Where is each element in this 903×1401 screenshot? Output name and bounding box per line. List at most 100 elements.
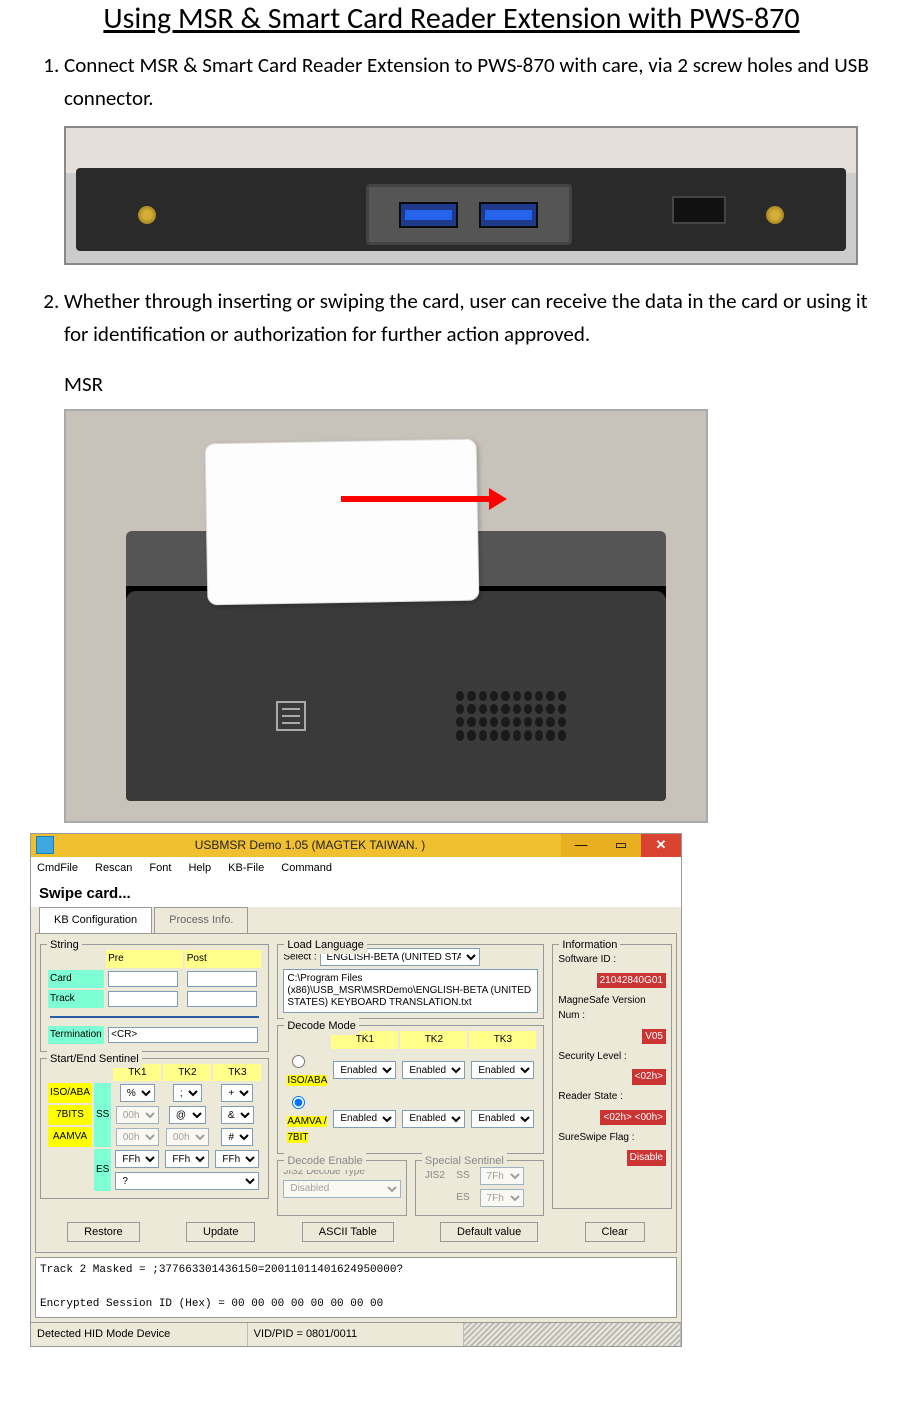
status-left: Detected HID Mode Device — [31, 1323, 248, 1346]
decode-group: Decode Mode TK1 TK2 TK3 ISO/ABA Enabled — [277, 1025, 544, 1154]
info-sec-lbl: Security Level : — [558, 1049, 666, 1065]
swipe-prompt: Swipe card... — [31, 880, 681, 907]
decode-aamva-radio[interactable] — [292, 1096, 305, 1109]
window-titlebar[interactable]: USBMSR Demo 1.05 (MAGTEK TAIWAN. ) — ▭ ✕ — [31, 834, 681, 857]
restore-button[interactable]: Restore — [67, 1222, 140, 1242]
output-text[interactable]: Track 2 Masked = ;377663301436150=200110… — [35, 1257, 677, 1318]
sen-r1c2[interactable]: ; — [173, 1084, 202, 1102]
usbmsr-demo-window: USBMSR Demo 1.05 (MAGTEK TAIWAN. ) — ▭ ✕… — [30, 833, 682, 1348]
info-swid: 21042840G01 — [597, 973, 666, 989]
menu-command[interactable]: Command — [281, 862, 332, 874]
sen-r3c2: 00h — [166, 1128, 209, 1146]
dec-r1c3[interactable]: Enabled — [471, 1061, 534, 1079]
info-sec: <02h> — [632, 1069, 666, 1085]
card-pre-input[interactable] — [108, 971, 178, 987]
track-pre-input[interactable] — [108, 991, 178, 1007]
step-2-text: Whether through inserting or swiping the… — [64, 288, 868, 347]
menu-help[interactable]: Help — [188, 862, 211, 874]
info-sw-lbl: SureSwipe Flag : — [558, 1130, 666, 1146]
app-icon — [36, 836, 54, 854]
msr-heading: MSR — [64, 368, 873, 401]
sen-r1c3[interactable]: + — [221, 1084, 253, 1102]
info-legend: Information — [559, 937, 620, 954]
col-post: Post — [185, 950, 262, 968]
special-sentinel-group: Special Sentinel JIS2SS7Fh ES7Fh — [415, 1160, 545, 1216]
sen-r4c2[interactable]: FFh — [165, 1150, 209, 1168]
menu-rescan[interactable]: Rescan — [95, 862, 132, 874]
dec-r2c1[interactable]: Enabled — [333, 1110, 396, 1128]
decode-isoaba-radio[interactable] — [292, 1055, 305, 1068]
string-group: String Pre Post Card Track — [40, 944, 269, 1052]
decode-enable-group: Decode Enable JIS2 Decode Type Disabled — [277, 1160, 407, 1216]
sps-es-sel: 7Fh — [480, 1189, 524, 1207]
ascii-button[interactable]: ASCII Table — [302, 1222, 394, 1242]
loadlang-group: Load Language Select : ENGLISH-BETA (UNI… — [277, 944, 544, 1019]
minimize-button[interactable]: — — [561, 834, 601, 857]
dec-tk3: TK3 — [469, 1031, 536, 1049]
row-track: Track — [48, 990, 104, 1008]
menu-bar: CmdFile Rescan Font Help KB-File Command — [31, 857, 681, 880]
sen-isoaba: ISO/ABA — [48, 1083, 92, 1103]
card-post-input[interactable] — [187, 971, 257, 987]
sen-r3c1: 00h — [116, 1128, 159, 1146]
info-rs-lbl: Reader State : — [558, 1089, 666, 1105]
track-post-input[interactable] — [187, 991, 257, 1007]
dec-r1c2[interactable]: Enabled — [402, 1061, 465, 1079]
step-1-text: Connect MSR & Smart Card Reader Extensio… — [64, 52, 869, 111]
decode-legend: Decode Mode — [284, 1018, 359, 1035]
sen-r2c2[interactable]: @ — [169, 1106, 206, 1124]
sps-ss-sel: 7Fh — [480, 1167, 524, 1185]
tab-kb-config[interactable]: KB Configuration — [39, 907, 152, 933]
decode-opt1: ISO/ABA — [287, 1075, 327, 1086]
sen-r3c3[interactable]: # — [221, 1128, 253, 1146]
close-button[interactable]: ✕ — [641, 834, 681, 857]
info-rs: <02h> <00h> — [600, 1110, 666, 1126]
sen-aamva: AAMVA — [48, 1127, 92, 1147]
dec-r2c3[interactable]: Enabled — [471, 1110, 534, 1128]
loadlang-path: C:\Program Files (x86)\USB_MSR\MSRDemo\E… — [283, 969, 538, 1013]
status-right: VID/PID = 0801/0011 — [248, 1323, 465, 1346]
info-ms-lbl: MagneSafe Version Num : — [558, 993, 666, 1024]
sen-r4c3[interactable]: FFh — [215, 1150, 259, 1168]
sen-r4c1[interactable]: FFh — [115, 1150, 159, 1168]
dec-r2c2[interactable]: Enabled — [402, 1110, 465, 1128]
loadlang-legend: Load Language — [284, 937, 366, 954]
den-select: Disabled — [283, 1180, 401, 1198]
default-button[interactable]: Default value — [440, 1222, 538, 1242]
sen-es: ES — [94, 1149, 111, 1191]
col-pre: Pre — [106, 950, 183, 968]
sentinel-legend: Start/End Sentinel — [47, 1051, 142, 1068]
update-button[interactable]: Update — [186, 1222, 255, 1242]
menu-kbfile[interactable]: KB-File — [228, 862, 264, 874]
page-title: Using MSR & Smart Card Reader Extension … — [30, 0, 873, 37]
window-title: USBMSR Demo 1.05 (MAGTEK TAIWAN. ) — [59, 836, 561, 855]
info-swid-lbl: Software ID : — [558, 952, 666, 968]
information-group: Information Software ID : 21042840G01 Ma… — [552, 944, 672, 1209]
sen-ss: SS — [94, 1083, 111, 1147]
dec-r1c1[interactable]: Enabled — [333, 1061, 396, 1079]
tab-process-info[interactable]: Process Info. — [154, 907, 248, 933]
sen-tk2: TK2 — [163, 1064, 211, 1082]
photo-card-swipe — [64, 409, 708, 823]
photo-usb-ports — [64, 126, 858, 265]
dec-tk2: TK2 — [400, 1031, 467, 1049]
sen-r2c3[interactable]: & — [221, 1106, 254, 1124]
maximize-button[interactable]: ▭ — [601, 834, 641, 857]
sen-r2c1: 00h — [116, 1106, 159, 1124]
string-legend: String — [47, 937, 82, 954]
menu-font[interactable]: Font — [149, 862, 171, 874]
sen-r1c1[interactable]: % — [120, 1084, 155, 1102]
resize-grip-icon[interactable] — [464, 1323, 681, 1346]
row-card: Card — [48, 970, 104, 988]
decode-opt2: AAMVA / 7BIT — [287, 1116, 326, 1143]
info-sw: Disable — [627, 1150, 666, 1166]
clear-button[interactable]: Clear — [585, 1222, 645, 1242]
step-2: Whether through inserting or swiping the… — [64, 285, 873, 1347]
step-1: Connect MSR & Smart Card Reader Extensio… — [64, 49, 873, 265]
row-term: Termination — [48, 1026, 104, 1044]
sen-r5[interactable]: ? — [115, 1172, 259, 1190]
term-input[interactable] — [108, 1027, 258, 1043]
sps-es: ES — [454, 1188, 475, 1208]
info-ms: V05 — [642, 1029, 666, 1045]
menu-cmdfile[interactable]: CmdFile — [37, 862, 78, 874]
